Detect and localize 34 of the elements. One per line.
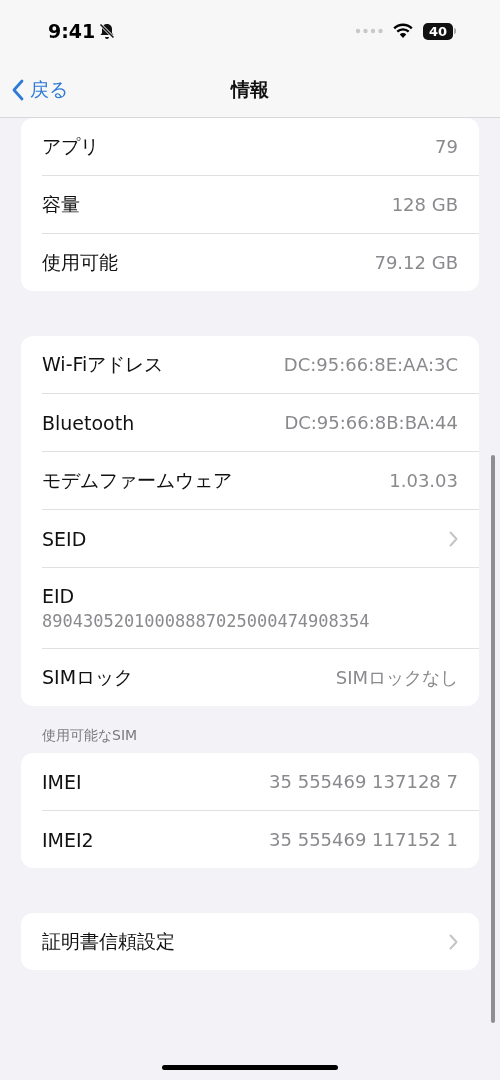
back-button[interactable]: 戻る [0,75,74,104]
setting-label: IMEI2 [42,828,94,851]
chevron-right-icon [449,933,458,950]
setting-value: 1.03.03 [389,470,458,491]
setting-label: SIMロック [42,664,134,690]
setting-label: IMEI [42,770,82,793]
status-time: 9:41 [48,20,96,42]
settings-row[interactable]: 証明書信頼設定 [42,913,479,970]
chevron-right-icon [449,530,458,547]
cellular-icon [355,28,383,34]
setting-value: 128 GB [391,194,458,215]
setting-label: 容量 [42,191,80,217]
setting-label: アプリ [42,133,99,159]
setting-label: 使用可能 [42,249,118,275]
setting-label: Wi-Fiアドレス [42,351,164,377]
bell-slash-icon [98,22,117,40]
setting-value: 79.12 GB [374,252,458,273]
setting-value: SIMロックなし [335,665,458,690]
setting-value: 35 555469 117152 1 [269,829,458,850]
setting-value: 35 555469 137128 7 [269,771,458,792]
section-header: 使用可能なSIM [42,727,138,743]
scroll-bar[interactable] [491,455,495,1023]
setting-label: Bluetooth [42,411,135,434]
setting-value: 79 [435,136,458,157]
page-title: 情報 [231,76,269,102]
chevron-left-icon [12,78,24,101]
setting-label: モデムファームウェア [42,467,232,493]
setting-value: 89043052010008887025000474908354 [42,611,370,631]
setting-value: DC:95:66:8B:BA:44 [284,412,458,433]
setting-value: DC:95:66:8E:AA:3C [283,354,458,375]
wifi-icon [393,23,413,39]
setting-label: EID [42,585,75,607]
settings-row[interactable]: SEID [42,510,479,568]
battery-icon: 40 [423,22,456,40]
